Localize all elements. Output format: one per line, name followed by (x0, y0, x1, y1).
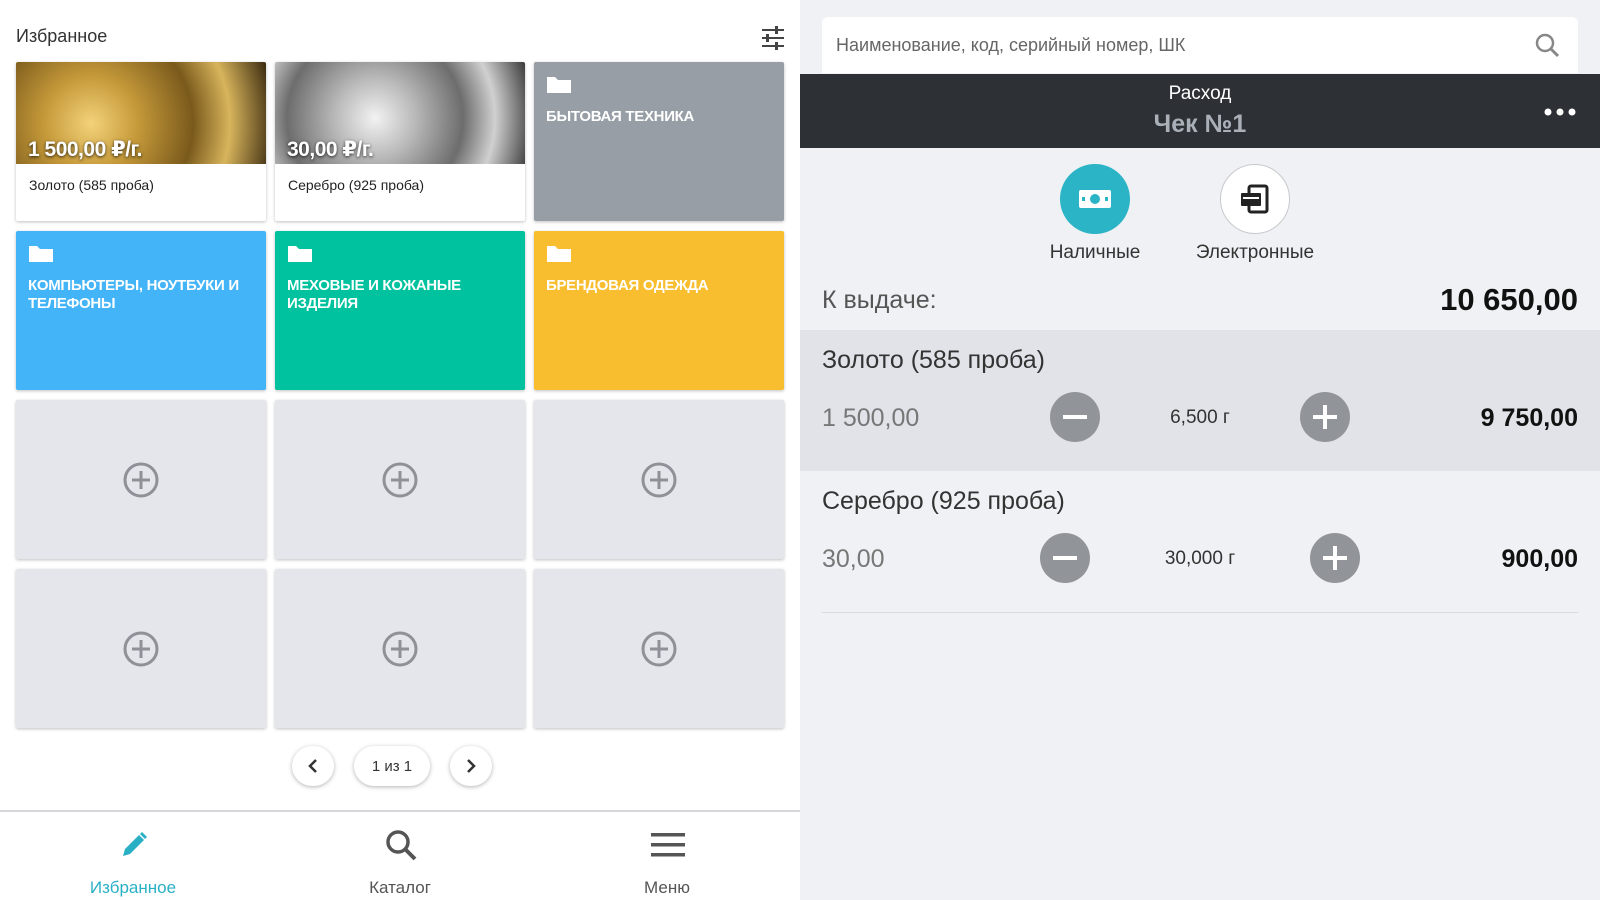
search-icon[interactable] (1534, 32, 1560, 58)
total-row: К выдаче: 10 650,00 (822, 282, 1578, 322)
bottom-nav: Избранное Каталог Меню (0, 810, 800, 900)
nav-catalog[interactable]: Каталог (300, 812, 500, 900)
line-sum: 9 750,00 (1480, 404, 1578, 432)
minus-icon (1053, 556, 1077, 560)
document-type: Расход (1168, 83, 1232, 104)
line-name: Серебро (925 проба) (822, 487, 1065, 515)
line-price: 30,00 (822, 545, 885, 573)
payment-cash-button[interactable]: Наличные (1020, 164, 1170, 274)
favorites-pane: Избранное 1 500,00 ₽/г. Золото (585 проб… (0, 0, 800, 900)
document-number: Чек №1 (1153, 110, 1247, 138)
nav-label: Каталог (369, 878, 431, 897)
prev-page-button[interactable] (292, 746, 334, 786)
receipt-line[interactable]: Золото (585 проба) 1 500,00 6,500 г 9 75… (800, 330, 1600, 471)
total-label: К выдаче: (822, 286, 937, 314)
add-circle-icon (382, 462, 418, 498)
quantity-stepper: 30,000 г (1040, 533, 1360, 585)
line-sum: 900,00 (1501, 545, 1578, 573)
increase-qty-button[interactable] (1300, 392, 1350, 442)
cash-icon (1079, 190, 1111, 208)
folder-icon (29, 246, 53, 262)
electronic-payment-icon (1241, 184, 1269, 214)
empty-tile[interactable] (534, 569, 784, 728)
favorites-title: Избранное (16, 26, 108, 46)
divider (822, 612, 1578, 613)
folder-title: МЕХОВЫЕ И КОЖАНЫЕ ИЗДЕЛИЯ (287, 277, 461, 312)
search-input[interactable] (836, 17, 1516, 73)
sliders-icon (762, 26, 784, 50)
payment-electronic-label: Электронные (1195, 242, 1315, 263)
quantity-value: 30,000 г (1164, 548, 1236, 569)
minus-icon (1063, 415, 1087, 419)
add-circle-icon (641, 462, 677, 498)
folder-title: БЫТОВАЯ ТЕХНИКА (546, 108, 695, 125)
add-circle-icon (382, 631, 418, 667)
line-name: Золото (585 проба) (822, 346, 1045, 374)
decrease-qty-button[interactable] (1050, 392, 1100, 442)
folder-title: БРЕНДОВАЯ ОДЕЖДА (546, 277, 709, 294)
nav-label: Избранное (89, 878, 177, 897)
increase-qty-button[interactable] (1310, 533, 1360, 583)
pencil-icon (123, 832, 147, 856)
quantity-stepper: 6,500 г (1050, 392, 1350, 444)
folder-icon (547, 246, 571, 262)
chevron-right-icon (467, 759, 476, 773)
folder-tile-appliances[interactable]: БЫТОВАЯ ТЕХНИКА (534, 62, 784, 221)
receipt-pane: Расход Чек №1 Наличные Электронные К выд… (800, 0, 1600, 900)
nav-menu[interactable]: Меню (567, 812, 767, 900)
document-header: Расход Чек №1 (800, 74, 1600, 148)
menu-icon (651, 833, 685, 857)
folder-icon (288, 246, 312, 262)
product-price: 30,00 ₽/г. (287, 138, 374, 161)
search-bar (822, 17, 1578, 73)
folder-icon (547, 77, 571, 93)
more-options-icon[interactable] (1542, 102, 1578, 122)
payment-electronic-circle (1220, 164, 1290, 234)
payment-electronic-button[interactable]: Электронные (1180, 164, 1330, 274)
plus-icon (1323, 546, 1347, 570)
folder-tile-fur-leather[interactable]: МЕХОВЫЕ И КОЖАНЫЕ ИЗДЕЛИЯ (275, 231, 525, 390)
empty-tile[interactable] (275, 569, 525, 728)
payment-cash-label: Наличные (1049, 242, 1141, 263)
total-value: 10 650,00 (1440, 282, 1578, 317)
filter-settings-button[interactable] (760, 25, 786, 51)
empty-tile[interactable] (16, 400, 266, 559)
receipt-line[interactable]: Серебро (925 проба) 30,00 30,000 г 900,0… (800, 471, 1600, 612)
folder-title: КОМПЬЮТЕРЫ, НОУТБУКИ И ТЕЛЕФОНЫ (28, 277, 239, 312)
search-icon (386, 830, 417, 861)
payment-cash-circle (1060, 164, 1130, 234)
add-circle-icon (123, 462, 159, 498)
decrease-qty-button[interactable] (1040, 533, 1090, 583)
next-page-button[interactable] (450, 746, 492, 786)
nav-favorites[interactable]: Избранное (33, 812, 233, 900)
empty-tile[interactable] (534, 400, 784, 559)
add-circle-icon (123, 631, 159, 667)
line-price: 1 500,00 (822, 404, 920, 432)
empty-tile[interactable] (275, 400, 525, 559)
pager: 1 из 1 (0, 746, 800, 786)
product-name: Серебро (925 проба) (288, 177, 425, 193)
product-tile-gold[interactable]: 1 500,00 ₽/г. Золото (585 проба) (16, 62, 266, 221)
quantity-value: 6,500 г (1170, 407, 1230, 428)
folder-tile-computers[interactable]: КОМПЬЮТЕРЫ, НОУТБУКИ И ТЕЛЕФОНЫ (16, 231, 266, 390)
empty-tile[interactable] (16, 569, 266, 728)
product-tile-silver[interactable]: 30,00 ₽/г. Серебро (925 проба) (275, 62, 525, 221)
nav-label: Меню (644, 878, 690, 897)
chevron-left-icon (308, 759, 317, 773)
product-price: 1 500,00 ₽/г. (28, 138, 143, 161)
product-image-silver: 30,00 ₽/г. (275, 62, 525, 164)
plus-icon (1313, 405, 1337, 429)
page-indicator: 1 из 1 (354, 746, 430, 786)
product-name: Золото (585 проба) (29, 177, 154, 193)
add-circle-icon (641, 631, 677, 667)
product-image-gold: 1 500,00 ₽/г. (16, 62, 266, 164)
folder-tile-brand-clothing[interactable]: БРЕНДОВАЯ ОДЕЖДА (534, 231, 784, 390)
